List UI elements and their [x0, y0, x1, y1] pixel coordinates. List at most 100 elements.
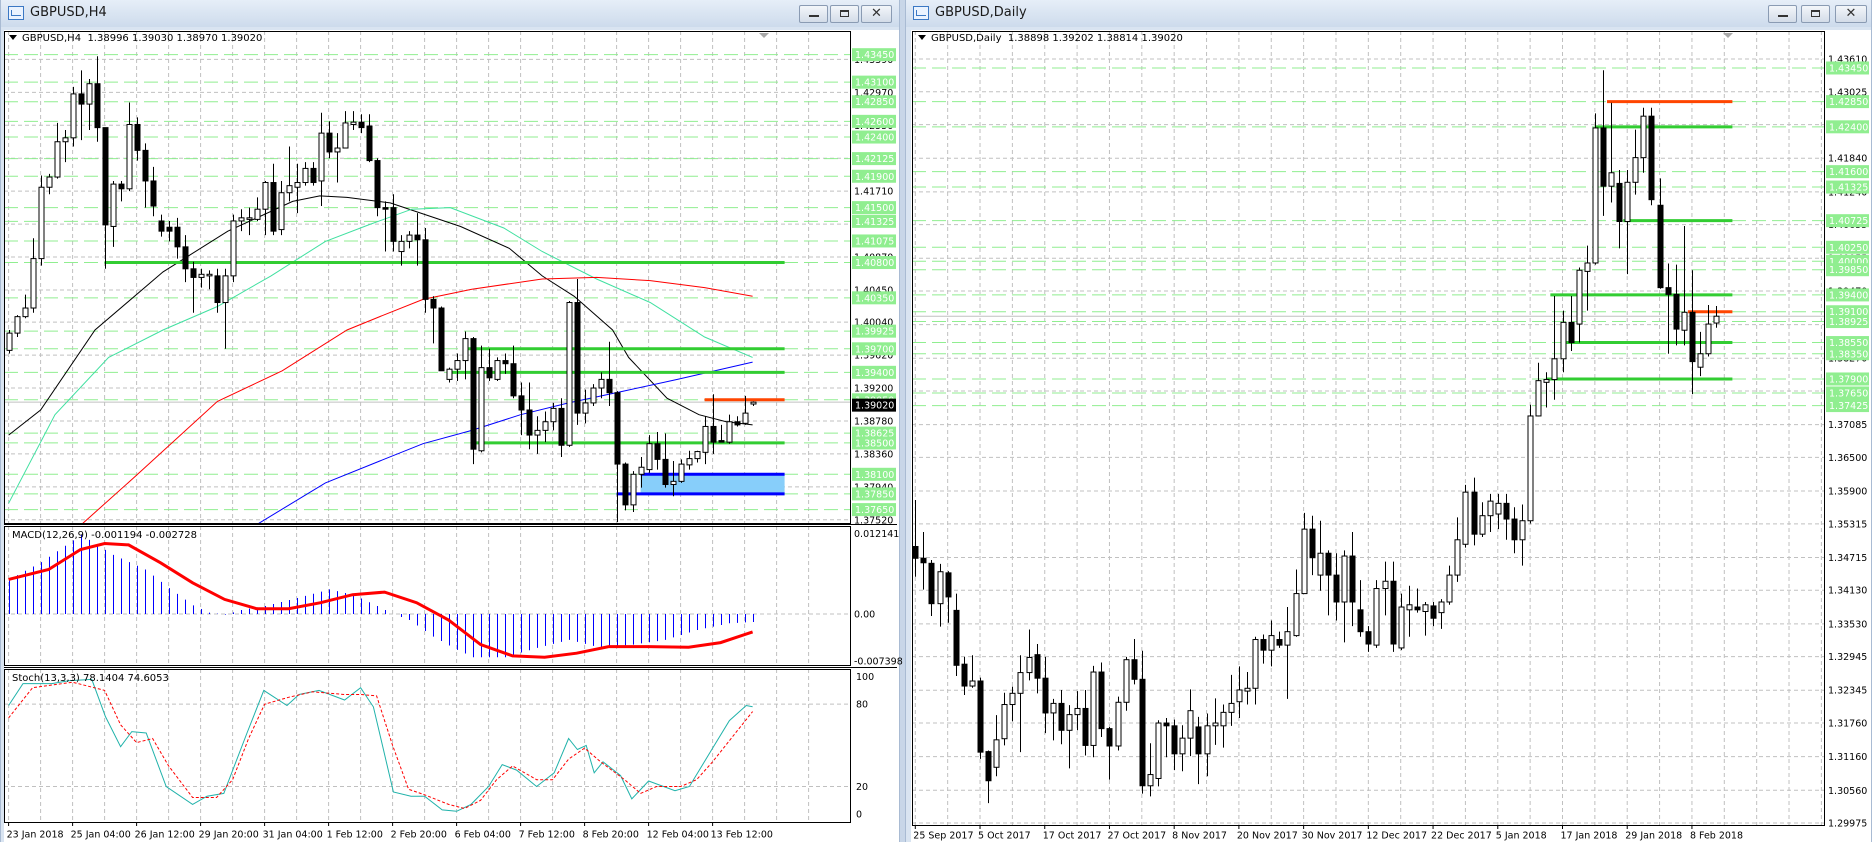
candle-body-bull: [262, 182, 269, 210]
time-axis-label: 13 Feb 12:00: [711, 830, 773, 841]
dropdown-triangle-icon[interactable]: [918, 35, 926, 40]
candle: [1212, 698, 1219, 745]
candle-body-bull: [1050, 702, 1057, 714]
level-price-tag: 1.40250: [1826, 240, 1869, 254]
candle-body-bull: [1438, 601, 1445, 614]
candle: [1074, 691, 1081, 731]
candle-body-bull: [1236, 689, 1243, 703]
candle: [430, 296, 437, 344]
candle: [985, 750, 992, 804]
candle-body-bull: [1487, 500, 1494, 517]
level-price-tag: 1.41500: [852, 201, 896, 215]
candle-body-bull: [1252, 639, 1259, 689]
candle: [1471, 477, 1478, 546]
level-price-tag-text: 1.41900: [855, 172, 894, 183]
time-axis-label: 2 Feb 20:00: [391, 830, 447, 841]
candle-body-bull: [1495, 502, 1502, 515]
candle-body-bull: [726, 421, 733, 443]
price-axis-label: 1.41710: [854, 187, 893, 198]
candle: [62, 129, 69, 163]
candle: [1034, 644, 1041, 694]
time-axis-label: 31 Jan 04:00: [263, 830, 323, 841]
candle: [1252, 636, 1259, 705]
candle-body-bull: [1713, 315, 1720, 324]
candle: [1357, 580, 1364, 637]
candle-body-bear: [134, 123, 141, 151]
candle: [286, 146, 293, 202]
candle-body-bull: [1284, 631, 1291, 646]
candle-body-bear: [414, 234, 421, 241]
candle: [358, 114, 365, 134]
dropdown-triangle-icon[interactable]: [9, 35, 17, 40]
candle: [486, 348, 493, 381]
level-price-tag-text: 1.42400: [855, 133, 894, 144]
time-axis-label: 17 Oct 2017: [1043, 831, 1102, 842]
candle: [1050, 698, 1057, 741]
candle: [1479, 502, 1486, 537]
level-price-tag: 1.43100: [852, 75, 896, 89]
candle-body-bull: [750, 401, 757, 405]
candle-body-bull: [238, 217, 245, 222]
time-axis-label: 30 Nov 2017: [1302, 831, 1363, 842]
level-price-tag: 1.38500: [852, 436, 896, 450]
level-price-tag-text: 1.37425: [1829, 401, 1868, 412]
candle-body-bull: [6, 332, 13, 351]
candle: [1244, 672, 1251, 705]
candle-body-bull: [1398, 606, 1405, 649]
candle-body-bear: [1139, 678, 1146, 787]
candle: [86, 79, 93, 130]
candle: [1438, 599, 1445, 629]
candle-body-bull: [1446, 574, 1453, 603]
time-axis-label: 7 Feb 12:00: [519, 830, 575, 841]
candle: [1503, 493, 1510, 540]
level-price-tag-text: 1.39400: [855, 368, 894, 379]
level-price-tag-text: 1.42850: [855, 97, 894, 108]
candle-body-bear: [310, 167, 317, 184]
time-axis-label: 29 Jan 2018: [1625, 831, 1682, 842]
candle: [1454, 517, 1461, 582]
chart-shift-marker-icon: [759, 33, 769, 38]
candle: [961, 656, 968, 696]
candle-body-bull: [126, 123, 133, 190]
candle-body-bear: [1131, 659, 1138, 680]
candle-body-bear: [382, 207, 389, 210]
candle-body-bull: [1244, 687, 1251, 692]
candle: [1697, 331, 1704, 377]
price-axis-label: 1.31760: [1828, 719, 1867, 730]
price-axis-label: 1.36500: [1828, 453, 1867, 464]
candle: [1576, 267, 1583, 343]
level-price-tag-text: 1.41075: [855, 236, 894, 247]
candle: [1511, 507, 1518, 554]
level-price-tag: 1.41325: [1826, 180, 1869, 194]
daily-info-label: GBPUSD,Daily 1.38898 1.39202 1.38814 1.3…: [918, 33, 1183, 44]
time-axis-label: 8 Nov 2017: [1172, 831, 1227, 842]
stoch-axis-label: 20: [856, 782, 868, 793]
price-axis-label: 1.29975: [1828, 819, 1867, 830]
macd-label: MACD(12,26,9) -0.001194 -0.002728: [12, 530, 197, 541]
level-price-tag: 1.37425: [1826, 399, 1869, 413]
candle: [1090, 665, 1097, 758]
candle-body-bear: [1034, 654, 1041, 679]
candle: [598, 372, 605, 399]
candle-body-bear: [366, 125, 373, 162]
candle-body-bear: [510, 363, 517, 397]
charts-canvas: 1.433901.429701.425501.421301.417101.412…: [4, 31, 1869, 842]
macd-axis-label: 0.00: [854, 610, 875, 621]
candle: [422, 228, 429, 313]
level-price-tag-text: 1.40725: [1829, 216, 1868, 227]
candle-body-bull: [302, 167, 309, 184]
candle-body-bull: [1147, 774, 1154, 787]
price-axis-label: 1.34130: [1828, 586, 1867, 597]
candle-body-bull: [1640, 115, 1647, 159]
candle: [1519, 504, 1526, 566]
level-price-tag-text: 1.37650: [855, 505, 894, 516]
candle: [30, 238, 37, 313]
time-axis-label: 8 Feb 20:00: [583, 830, 639, 841]
candle: [1147, 743, 1154, 797]
candle-body-bear: [1325, 552, 1332, 576]
candle: [977, 677, 984, 759]
candle-body-bull: [542, 421, 549, 431]
candle-body-bear: [574, 302, 581, 414]
candle: [1446, 565, 1453, 605]
level-price-tag: 1.41075: [852, 234, 896, 248]
